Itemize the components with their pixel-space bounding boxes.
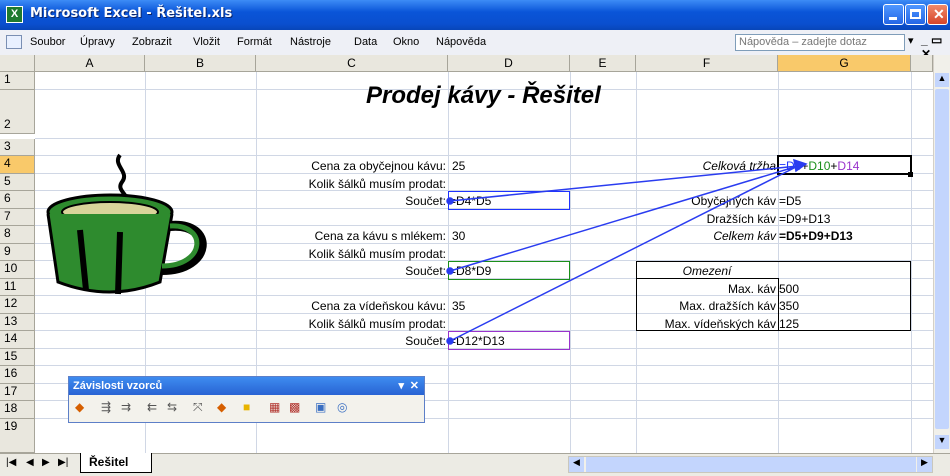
sheet-tab-bar: |◀ ◀ ▶ ▶| Řešitel ◀ ▶ bbox=[0, 453, 950, 476]
scroll-down-icon[interactable]: ▼ bbox=[935, 435, 949, 449]
tab-nav-prev-icon[interactable]: ◀ bbox=[26, 457, 34, 468]
trace-error-icon[interactable]: ◆ bbox=[217, 400, 235, 418]
watch-window-icon[interactable]: ▣ bbox=[315, 400, 333, 418]
tab-resitel[interactable]: Řešitel bbox=[80, 453, 152, 473]
horizontal-scrollbar[interactable]: ◀ ▶ bbox=[568, 456, 933, 473]
scroll-thumb[interactable] bbox=[935, 89, 949, 429]
trace-dependents-icon[interactable]: ⇇ bbox=[147, 400, 165, 418]
remove-all-arrows-icon[interactable]: ⤧ bbox=[193, 400, 211, 418]
tracer-arrows bbox=[446, 158, 808, 345]
coffee-cup-image bbox=[46, 153, 207, 295]
toolbar-options-icon[interactable]: ▾ bbox=[398, 377, 404, 395]
evaluate-formula-icon[interactable]: ◎ bbox=[337, 400, 355, 418]
clear-validation-circles-icon[interactable]: ▩ bbox=[289, 400, 307, 418]
vertical-scrollbar[interactable]: ▲ ▼ bbox=[933, 55, 950, 453]
scroll-left-icon[interactable]: ◀ bbox=[569, 457, 584, 472]
tab-nav-last-icon[interactable]: ▶| bbox=[58, 457, 68, 468]
tab-nav-next-icon[interactable]: ▶ bbox=[42, 457, 50, 468]
toolbar-title: Závislosti vzorců bbox=[73, 380, 163, 392]
scroll-up-icon[interactable]: ▲ bbox=[935, 73, 949, 87]
toolbar-close-icon[interactable]: ✕ bbox=[410, 377, 419, 395]
h-scroll-thumb[interactable] bbox=[586, 457, 916, 472]
new-comment-icon[interactable]: ■ bbox=[243, 400, 261, 418]
error-check-icon[interactable]: ◆ bbox=[75, 400, 93, 418]
scroll-right-icon[interactable]: ▶ bbox=[917, 457, 932, 472]
formula-auditing-toolbar[interactable]: Závislosti vzorců ▾ ✕ ◆ ⇶ ⇉ ⇇ ⇆ ⤧ ◆ ■ ▦ … bbox=[68, 376, 425, 423]
circle-invalid-data-icon[interactable]: ▦ bbox=[269, 400, 287, 418]
remove-precedent-arrows-icon[interactable]: ⇉ bbox=[121, 400, 139, 418]
trace-precedents-icon[interactable]: ⇶ bbox=[101, 400, 119, 418]
remove-dependent-arrows-icon[interactable]: ⇆ bbox=[167, 400, 185, 418]
tab-nav-first-icon[interactable]: |◀ bbox=[6, 457, 16, 468]
